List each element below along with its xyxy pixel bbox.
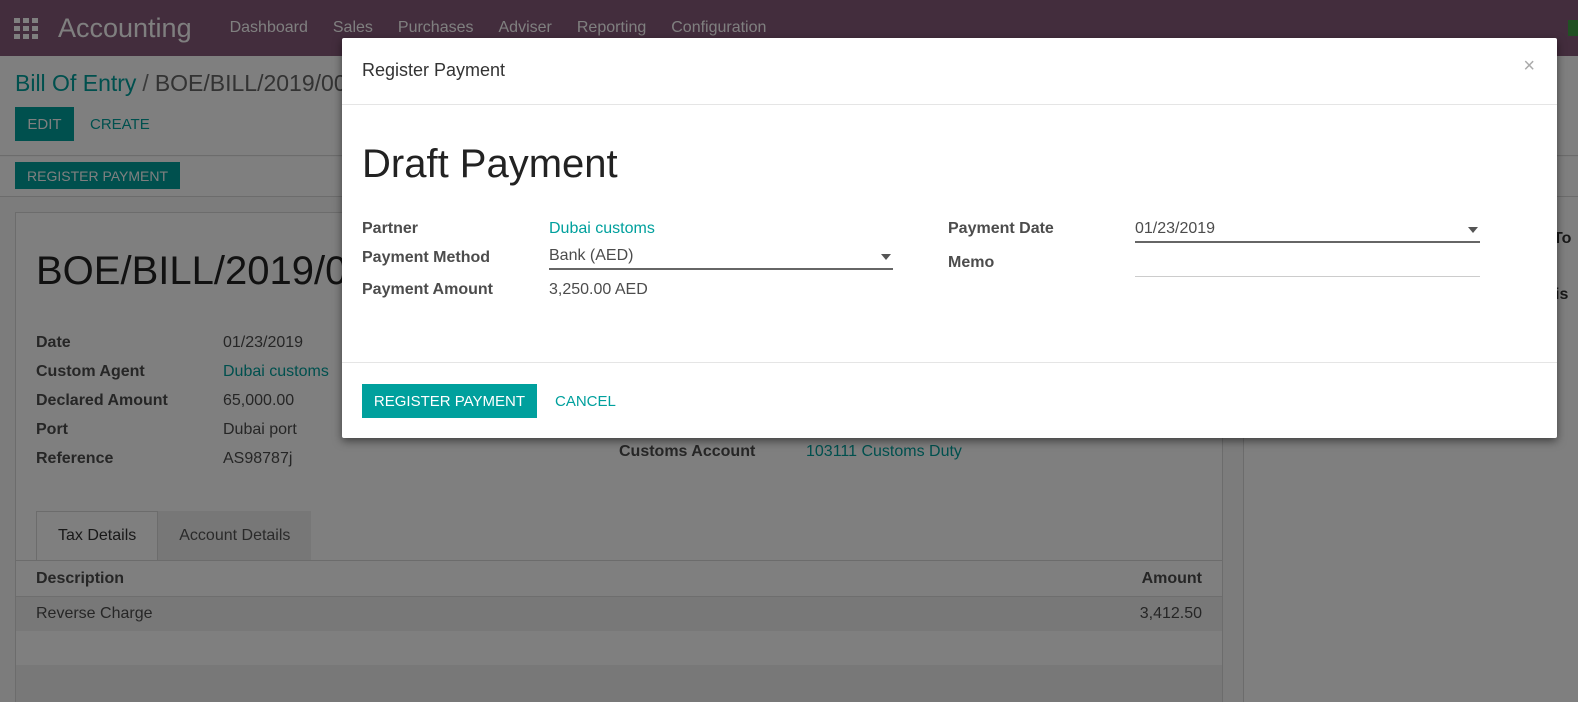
cancel-button[interactable]: CANCEL — [555, 393, 616, 410]
modal-title: Register Payment — [362, 60, 506, 80]
payment-amount-value: 3,250.00 AED — [549, 281, 648, 298]
partner-label: Partner — [362, 220, 419, 237]
payment-date-field[interactable]: 01/23/2019 — [1135, 217, 1480, 243]
partner-link[interactable]: Dubai customs — [549, 220, 655, 238]
close-icon[interactable]: × — [1523, 55, 1535, 78]
payment-amount-label: Payment Amount — [362, 281, 493, 298]
payment-date-label: Payment Date — [948, 220, 1054, 237]
modal-body: Draft Payment Partner Dubai customs Paym… — [342, 105, 1557, 363]
payment-heading: Draft Payment — [362, 142, 618, 186]
memo-input[interactable] — [1135, 251, 1480, 277]
payment-date-value: 01/23/2019 — [1135, 220, 1216, 237]
memo-label: Memo — [948, 254, 995, 271]
modal-header: Register Payment × — [342, 38, 1557, 105]
payment-method-label: Payment Method — [362, 249, 491, 266]
payment-method-value: Bank (AED) — [549, 247, 634, 264]
payment-method-select[interactable]: Bank (AED) — [549, 244, 893, 270]
dropdown-caret-icon — [881, 254, 891, 260]
register-payment-dialog: Register Payment × Draft Payment Partner… — [342, 38, 1557, 438]
dropdown-caret-icon — [1468, 227, 1478, 233]
register-payment-confirm-button[interactable]: REGISTER PAYMENT — [362, 384, 537, 418]
modal-footer: REGISTER PAYMENT CANCEL — [342, 363, 1557, 437]
